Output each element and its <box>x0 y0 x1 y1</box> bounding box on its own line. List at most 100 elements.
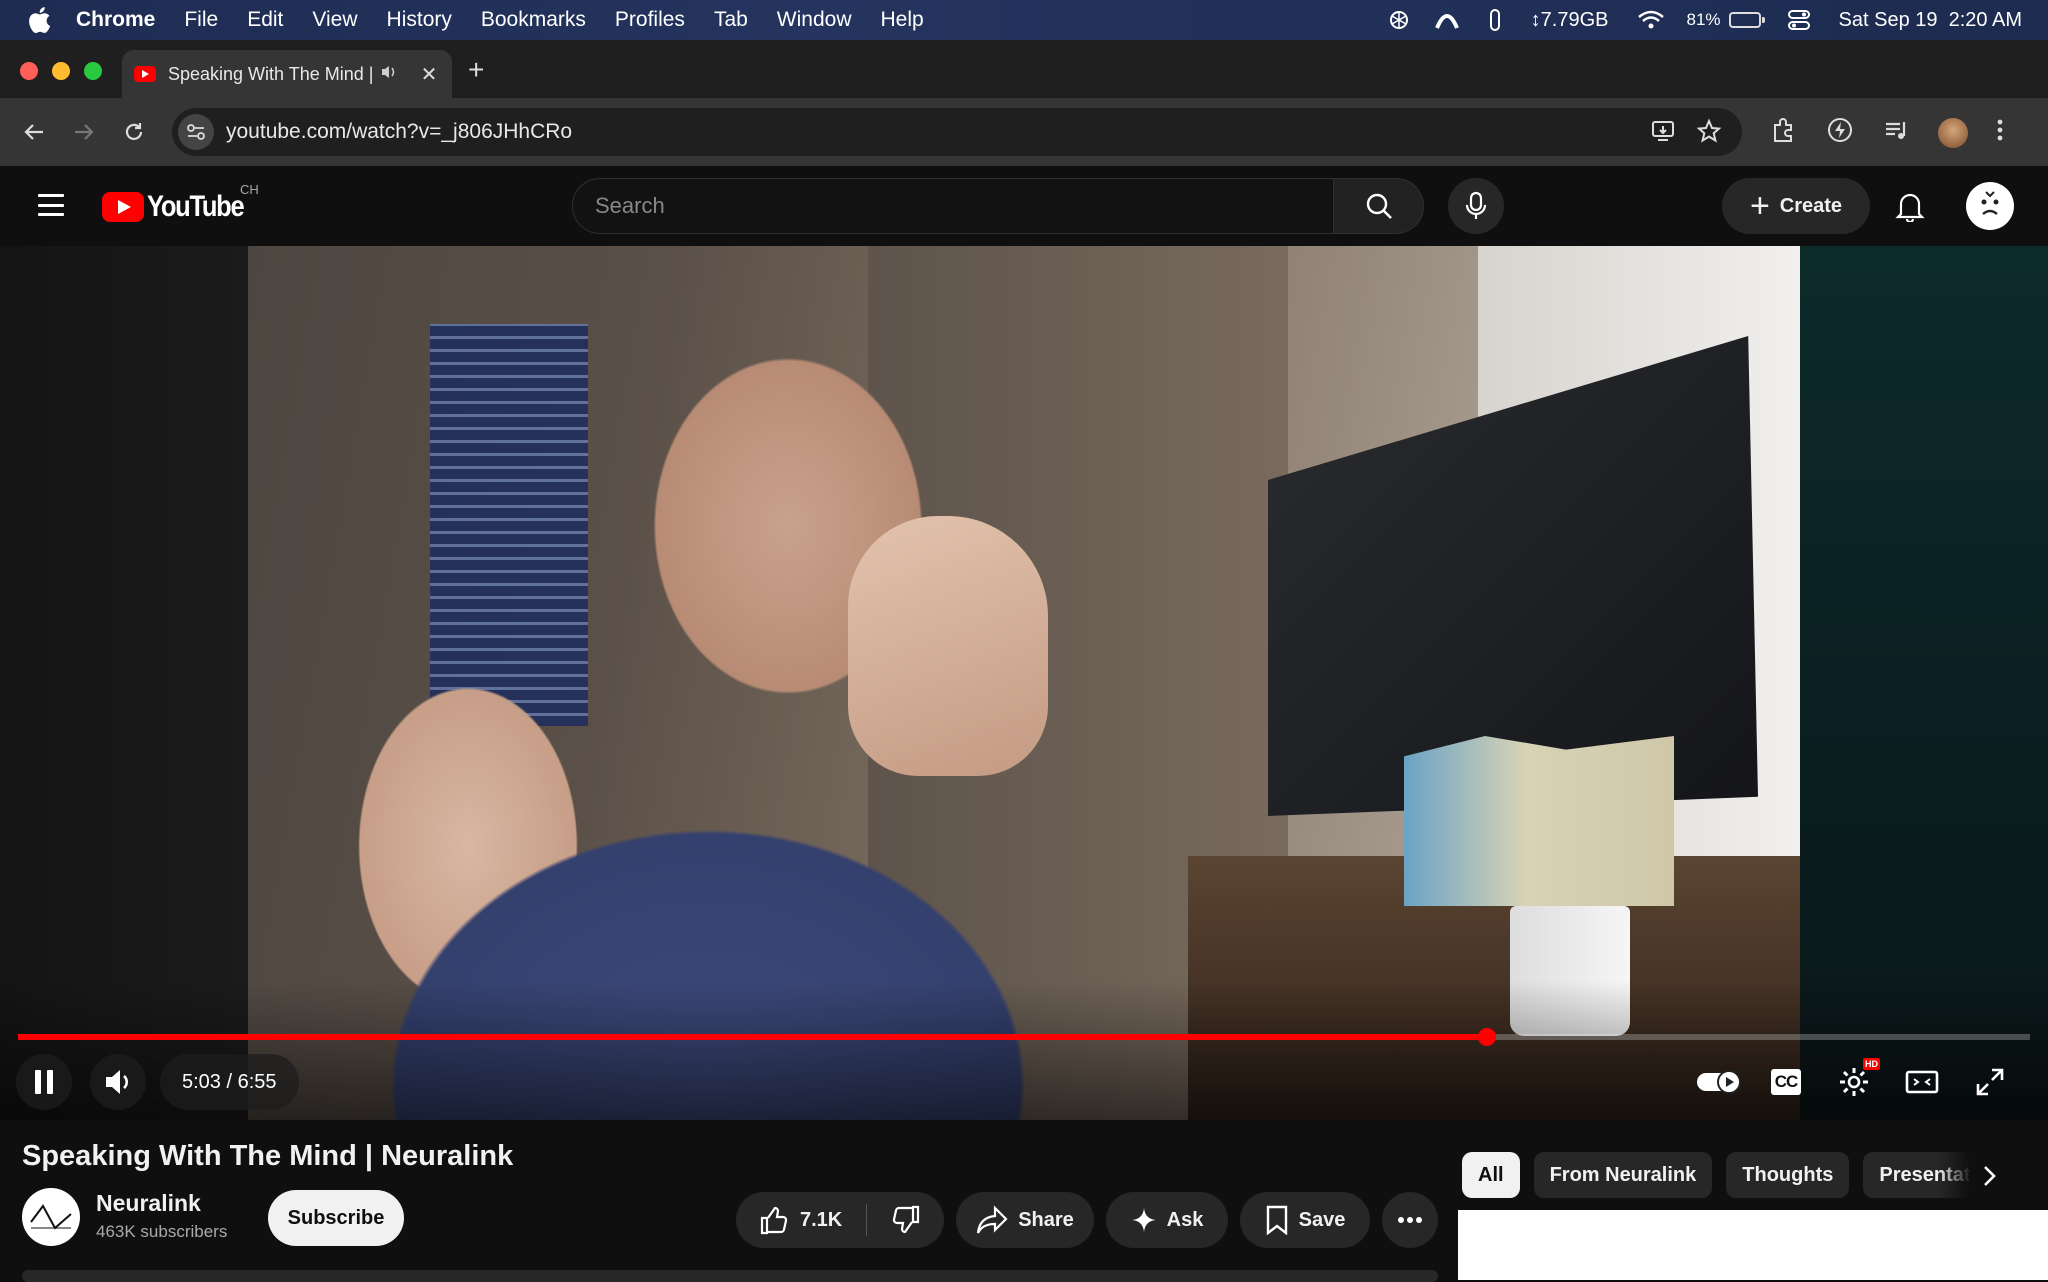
pause-icon <box>35 1070 53 1094</box>
hd-badge: HD <box>1863 1058 1880 1070</box>
tab-title: Speaking With The Mind | <box>168 63 374 84</box>
battery-icon[interactable] <box>1728 12 1765 28</box>
account-avatar[interactable] <box>1966 182 2014 230</box>
window-minimize-button[interactable] <box>52 62 70 80</box>
share-button[interactable]: Share <box>956 1192 1094 1248</box>
menu-file[interactable]: File <box>184 8 218 32</box>
site-settings-icon[interactable] <box>178 114 214 150</box>
address-bar[interactable]: youtube.com/watch?v=_j806JHhCRo <box>172 108 1742 156</box>
back-icon[interactable] <box>20 118 48 146</box>
menu-chrome[interactable]: Chrome <box>76 8 155 32</box>
browser-tab-active[interactable]: Speaking With The Mind | ✕ <box>122 50 452 98</box>
volume-icon <box>106 1070 128 1094</box>
youtube-wordmark: YouTube <box>147 190 245 223</box>
progress-scrubber[interactable] <box>1477 1028 1496 1046</box>
create-button[interactable]: + Create <box>1722 178 1870 234</box>
guide-menu-icon[interactable] <box>38 194 64 216</box>
channel-avatar[interactable] <box>22 1188 80 1246</box>
search-input[interactable] <box>572 178 1334 234</box>
wifi-icon[interactable] <box>1637 6 1665 34</box>
search-bar <box>572 178 1424 234</box>
youtube-header: YouTube CH + Create <box>0 166 2048 246</box>
chips-next-button[interactable] <box>1968 1154 2012 1198</box>
autoplay-toggle-icon <box>1697 1070 1741 1094</box>
menu-window[interactable]: Window <box>777 8 852 32</box>
url-text[interactable]: youtube.com/watch?v=_j806JHhCRo <box>226 120 572 144</box>
plus-icon: + <box>1749 187 1770 225</box>
subtitles-button[interactable]: CC <box>1764 1060 1808 1104</box>
new-tab-button[interactable]: + <box>468 54 484 86</box>
youtube-logo[interactable]: YouTube CH <box>102 182 260 224</box>
apple-menu-icon[interactable] <box>26 6 52 34</box>
chrome-menu-icon[interactable] <box>1996 118 2004 147</box>
sparkle-icon <box>1131 1207 1157 1233</box>
related-filter-chips: All From Neuralink Thoughts Presentati <box>1462 1152 1972 1198</box>
chip-presentations[interactable]: Presentati <box>1863 1152 1972 1198</box>
forward-icon[interactable] <box>70 118 98 146</box>
share-label: Share <box>1018 1208 1074 1231</box>
video-player[interactable]: 5:03 / 6:55 CC HD <box>0 246 2048 1120</box>
mute-button[interactable] <box>90 1054 146 1110</box>
gear-icon <box>1840 1068 1868 1096</box>
theater-mode-button[interactable] <box>1900 1060 1944 1104</box>
openai-icon[interactable] <box>1385 6 1413 34</box>
bookmark-icon <box>1265 1205 1289 1235</box>
progress-bar[interactable] <box>18 1028 2030 1046</box>
window-zoom-button[interactable] <box>84 62 102 80</box>
menu-help[interactable]: Help <box>881 8 924 32</box>
paperclip-icon[interactable] <box>1481 6 1509 34</box>
create-label: Create <box>1779 194 1843 217</box>
reload-icon[interactable] <box>120 118 148 146</box>
like-dislike-group: 7.1K <box>736 1192 944 1248</box>
extension-bolt-icon[interactable] <box>1826 116 1854 149</box>
time-display: 5:03 / 6:55 <box>160 1054 299 1110</box>
media-controls-icon[interactable] <box>1882 116 1910 149</box>
subscribe-button[interactable]: Subscribe <box>268 1190 404 1246</box>
youtube-favicon-icon <box>134 66 156 82</box>
microphone-icon <box>1465 191 1487 219</box>
save-button[interactable]: Save <box>1240 1192 1370 1248</box>
chip-from-neuralink[interactable]: From Neuralink <box>1533 1152 1713 1198</box>
chip-all[interactable]: All <box>1462 1152 1520 1198</box>
install-app-icon[interactable] <box>1650 118 1676 149</box>
ask-label: Ask <box>1166 1208 1204 1231</box>
notifications-bell-icon[interactable] <box>1890 186 1930 226</box>
more-actions-button[interactable] <box>1382 1192 1438 1248</box>
extensions-puzzle-icon[interactable] <box>1770 116 1798 149</box>
channel-name[interactable]: Neuralink <box>96 1190 201 1217</box>
menu-profiles[interactable]: Profiles <box>615 8 685 32</box>
profile-avatar[interactable] <box>1938 117 1968 148</box>
tab-audio-icon[interactable] <box>380 64 402 85</box>
menu-tab[interactable]: Tab <box>714 8 748 32</box>
like-button[interactable]: 7.1K <box>736 1204 864 1236</box>
like-count: 7.1K <box>800 1208 843 1231</box>
bookmark-star-icon[interactable] <box>1696 118 1722 149</box>
autoplay-toggle[interactable] <box>1696 1060 1744 1104</box>
fullscreen-button[interactable] <box>1968 1060 2012 1104</box>
search-button[interactable] <box>1334 178 1424 234</box>
chip-thoughts[interactable]: Thoughts <box>1726 1152 1850 1198</box>
menu-bookmarks[interactable]: Bookmarks <box>481 8 586 32</box>
voice-search-button[interactable] <box>1448 178 1504 234</box>
tab-close-icon[interactable]: ✕ <box>418 62 440 87</box>
country-code: CH <box>240 182 259 197</box>
ask-button[interactable]: Ask <box>1106 1192 1228 1248</box>
pause-button[interactable] <box>16 1054 72 1110</box>
thumbs-up-icon <box>758 1204 790 1236</box>
omnibox-actions <box>1650 118 1722 149</box>
battery-percent: 81% <box>1686 10 1721 29</box>
menu-edit[interactable]: Edit <box>247 8 283 32</box>
menubar-clock[interactable]: Sat Sep 19 2:20 AM <box>1839 9 2022 32</box>
frame-greeting-cards <box>1404 736 1674 906</box>
dislike-button[interactable] <box>864 1204 922 1236</box>
menu-view[interactable]: View <box>312 8 357 32</box>
control-center-icon[interactable] <box>1785 6 1813 34</box>
window-close-button[interactable] <box>20 62 38 80</box>
share-icon <box>976 1205 1008 1235</box>
arc-icon[interactable] <box>1433 6 1461 34</box>
like-divider <box>866 1204 867 1236</box>
menu-history[interactable]: History <box>387 8 452 32</box>
subscriber-count: 463K subscribers <box>96 1222 228 1241</box>
memory-usage[interactable]: ↕7.79GB <box>1531 9 1609 32</box>
settings-button[interactable]: HD <box>1832 1058 1880 1104</box>
